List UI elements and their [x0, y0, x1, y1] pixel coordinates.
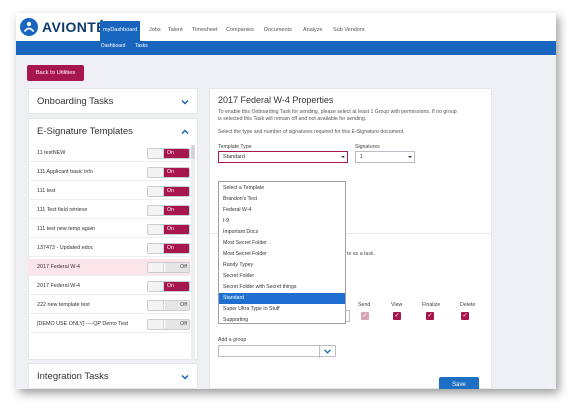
- sub-nav: Dashboard Tasks: [16, 41, 556, 55]
- chevron-down-icon[interactable]: [181, 373, 189, 381]
- template-toggle[interactable]: On: [147, 167, 190, 178]
- app-window: AVIONTÉ myDashboard Jobs Talent Timeshee…: [16, 13, 556, 389]
- subnav-dashboard[interactable]: Dashboard: [101, 43, 125, 49]
- template-name: 2017 Federal W-4: [37, 283, 81, 289]
- perm-header-finalize: Finalize: [422, 302, 441, 308]
- avionte-logo-icon: [20, 18, 38, 36]
- nav-timesheet[interactable]: Timesheet: [189, 21, 220, 41]
- scroll-thumb[interactable]: [191, 145, 195, 159]
- template-toggle[interactable]: Off: [147, 319, 190, 330]
- dropdown-option[interactable]: Secret Folder with Secret things: [219, 282, 345, 293]
- chevron-down-icon[interactable]: [181, 98, 189, 106]
- list-item[interactable]: 137473 - Updated edoc On: [28, 240, 190, 257]
- nav-my-dashboard[interactable]: myDashboard: [100, 21, 141, 41]
- list-item[interactable]: 11 testNEW On: [28, 145, 190, 162]
- list-item[interactable]: 2017 Federal W-4 On: [28, 278, 190, 295]
- delete-checkbox[interactable]: ✓: [461, 312, 469, 320]
- back-to-utilities-button[interactable]: Back to Utilities: [27, 65, 84, 81]
- list-item[interactable]: 222 new template test Off: [28, 297, 190, 314]
- list-item[interactable]: 111 Applicant basic info On: [28, 164, 190, 181]
- template-name: 222 new template test: [37, 302, 90, 308]
- dropdown-option[interactable]: Supporting: [219, 315, 345, 326]
- add-group-dropdown-button[interactable]: [319, 346, 335, 358]
- template-type-label: Template Type: [218, 144, 252, 150]
- template-toggle[interactable]: Off: [147, 262, 190, 273]
- template-toggle[interactable]: On: [147, 205, 190, 216]
- esign-templates-title: E-Signature Templates: [37, 126, 133, 137]
- template-list-scrollbar[interactable]: [191, 145, 195, 360]
- add-group-select[interactable]: [218, 345, 336, 358]
- nav-talent[interactable]: Talent: [165, 21, 186, 41]
- nav-documents[interactable]: Documents: [261, 21, 295, 41]
- finalize-checkbox[interactable]: ✓: [426, 312, 434, 320]
- template-toggle[interactable]: Off: [147, 300, 190, 311]
- brand-name: AVIONTÉ: [42, 19, 106, 35]
- select-type-instructions: Select the type and number of signatures…: [218, 129, 405, 135]
- dropdown-option-highlighted[interactable]: Standard: [219, 293, 345, 304]
- subnav-tasks[interactable]: Tasks: [135, 43, 148, 49]
- chevron-down-icon: [324, 349, 331, 354]
- onboarding-tasks-title: Onboarding Tasks: [37, 96, 114, 107]
- list-item-selected[interactable]: 2017 Federal W-4 Off: [28, 259, 190, 276]
- template-name: 111 Test field retrieve: [37, 207, 88, 213]
- send-checkbox[interactable]: ✓: [361, 312, 369, 320]
- onboarding-tasks-card[interactable]: Onboarding Tasks: [28, 88, 198, 114]
- template-name: 111 Applicant basic info: [37, 169, 93, 175]
- perm-header-view: View: [391, 302, 403, 308]
- chevron-up-icon[interactable]: [181, 128, 189, 136]
- add-group-label: Add a group: [218, 337, 247, 343]
- dropdown-option[interactable]: Most Secret Folder: [219, 238, 345, 249]
- template-name: 11 testNEW: [37, 150, 66, 156]
- perm-header-delete: Delete: [460, 302, 476, 308]
- nav-jobs[interactable]: Jobs: [146, 21, 164, 41]
- nav-sub-vendors[interactable]: Sub Vendors: [330, 21, 368, 41]
- template-name: 111 test new temp again: [37, 226, 95, 232]
- list-item[interactable]: 111 Test field retrieve On: [28, 202, 190, 219]
- dropdown-option[interactable]: Secret Folder: [219, 271, 345, 282]
- template-name: 137473 - Updated edoc: [37, 245, 94, 251]
- properties-panel: 2017 Federal W-4 Properties To enable th…: [209, 88, 493, 389]
- save-button[interactable]: Save: [439, 377, 479, 389]
- panel-title: 2017 Federal W-4 Properties: [218, 95, 334, 105]
- template-type-dropdown: Select a Template Brandon's Test Federal…: [218, 181, 346, 324]
- template-toggle[interactable]: On: [147, 243, 190, 254]
- template-name: 111 test: [37, 188, 56, 194]
- dropdown-option[interactable]: Most Secret Folder: [219, 249, 345, 260]
- caret-down-icon: [408, 156, 412, 158]
- partially-hidden-text: te as a task.: [347, 251, 375, 257]
- template-toggle[interactable]: On: [147, 186, 190, 197]
- panel-description-line1: To enable this Onboarding Task for sendi…: [218, 109, 457, 115]
- template-toggle[interactable]: On: [147, 148, 190, 159]
- list-item[interactable]: 111 test new temp again On: [28, 221, 190, 238]
- template-name: 2017 Federal W-4: [37, 264, 81, 270]
- top-header: AVIONTÉ myDashboard Jobs Talent Timeshee…: [16, 13, 556, 41]
- signatures-label: Signatures: [355, 144, 380, 150]
- template-toggle[interactable]: On: [147, 281, 190, 292]
- dropdown-option[interactable]: Federal W-4: [219, 205, 345, 216]
- panel-description-line2: is selected this Task will remain off an…: [218, 116, 367, 122]
- dropdown-option[interactable]: Randy Typey: [219, 260, 345, 271]
- caret-down-icon: [341, 156, 345, 158]
- template-toggle[interactable]: On: [147, 224, 190, 235]
- list-item[interactable]: [DEMO USE ONLY] ----QP Demo Test Off: [28, 316, 190, 333]
- integration-tasks-title: Integration Tasks: [37, 371, 109, 382]
- dropdown-option[interactable]: Select a Template: [219, 183, 345, 194]
- template-type-select[interactable]: Standard: [218, 151, 348, 163]
- template-name: [DEMO USE ONLY] ----QP Demo Test: [37, 321, 129, 327]
- nav-analyze[interactable]: Analyze: [300, 21, 326, 41]
- list-item[interactable]: 111 test On: [28, 183, 190, 200]
- dropdown-option[interactable]: Important Docs: [219, 227, 345, 238]
- view-checkbox[interactable]: ✓: [393, 312, 401, 320]
- dropdown-option[interactable]: Super Ultra Type In Stuff: [219, 304, 345, 315]
- dropdown-option[interactable]: I-9: [219, 216, 345, 227]
- integration-tasks-card[interactable]: Integration Tasks: [28, 363, 198, 389]
- dropdown-option[interactable]: Brandon's Test: [219, 194, 345, 205]
- signatures-select[interactable]: 1: [355, 151, 415, 163]
- nav-companies[interactable]: Companies: [223, 21, 257, 41]
- perm-header-send: Send: [358, 302, 371, 308]
